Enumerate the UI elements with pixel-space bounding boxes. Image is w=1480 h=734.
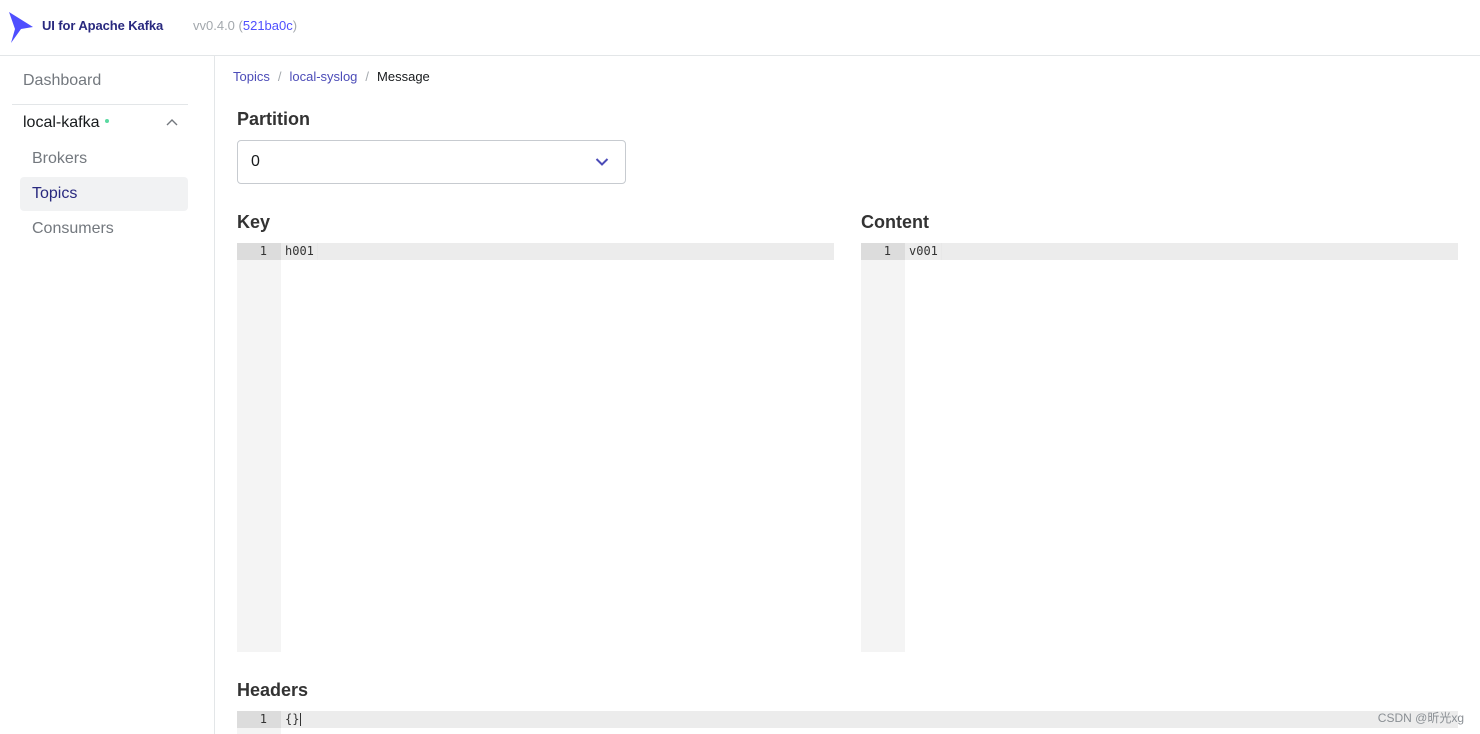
key-editor-active-line — [237, 243, 834, 260]
sidebar-item-topics[interactable]: Topics — [20, 177, 188, 211]
key-label: Key — [237, 212, 271, 232]
text-cursor — [300, 713, 302, 726]
sidebar-cluster-local-kafka[interactable]: local-kafka — [12, 108, 188, 138]
headers-editor-line[interactable]: {} — [285, 712, 302, 726]
partition-label: Partition — [237, 109, 311, 129]
breadcrumb-topic-link[interactable]: local-syslog — [289, 69, 357, 84]
key-editor-text[interactable]: h001 — [285, 244, 314, 258]
version-prefix: vv0.4.0 ( — [193, 18, 243, 33]
sidebar-divider — [12, 104, 188, 105]
chevron-up-icon[interactable] — [166, 118, 178, 128]
top-bar: UI for Apache Kafka vv0.4.0 (521ba0c) — [0, 0, 1480, 56]
partition-select[interactable]: 0 — [237, 140, 626, 184]
kafka-logo-icon[interactable] — [7, 10, 35, 44]
breadcrumb: Topics / local-syslog / Message — [233, 69, 430, 84]
chevron-down-icon — [595, 158, 609, 166]
content-editor-active-line — [861, 243, 1458, 260]
content-label: Content — [861, 212, 929, 232]
app-version: vv0.4.0 (521ba0c) — [193, 18, 297, 33]
cluster-online-status-icon — [105, 119, 110, 124]
key-editor[interactable]: 1 h001 — [237, 243, 834, 652]
content-editor[interactable]: 1 v001 — [861, 243, 1458, 652]
key-editor-line-number: 1 — [259, 244, 267, 258]
key-editor-print-margin — [317, 243, 318, 260]
sidebar-item-consumers[interactable]: Consumers — [20, 212, 188, 246]
headers-editor-line-number: 1 — [259, 712, 267, 726]
headers-editor[interactable]: 1 {} — [237, 711, 1458, 734]
breadcrumb-current: Message — [377, 69, 430, 84]
content-editor-line-number: 1 — [883, 244, 891, 258]
breadcrumb-separator: / — [365, 69, 370, 84]
content-editor-print-margin — [941, 243, 942, 260]
partition-selected-value: 0 — [251, 153, 260, 170]
app-brand[interactable]: UI for Apache Kafka — [42, 18, 163, 33]
cluster-name: local-kafka — [23, 114, 100, 131]
breadcrumb-separator: / — [277, 69, 282, 84]
main-content: Topics / local-syslog / Message Partition 0 … — [216, 56, 1480, 734]
breadcrumb-topics-link[interactable]: Topics — [233, 69, 270, 84]
watermark: CSDN @昕光xg — [1377, 711, 1464, 725]
key-editor-gutter — [237, 243, 281, 652]
content-editor-gutter — [861, 243, 905, 652]
version-hash-link[interactable]: 521ba0c — [243, 18, 293, 33]
headers-label: Headers — [237, 680, 309, 700]
sidebar-item-brokers[interactable]: Brokers — [20, 142, 188, 176]
version-suffix: ) — [292, 18, 298, 33]
sidebar: Dashboard local-kafka Brokers Topics Con… — [0, 56, 215, 734]
headers-editor-text: {} — [285, 712, 300, 726]
sidebar-item-dashboard[interactable]: Dashboard — [12, 66, 188, 96]
headers-editor-active-line — [237, 711, 1458, 728]
content-editor-text[interactable]: v001 — [909, 244, 938, 258]
